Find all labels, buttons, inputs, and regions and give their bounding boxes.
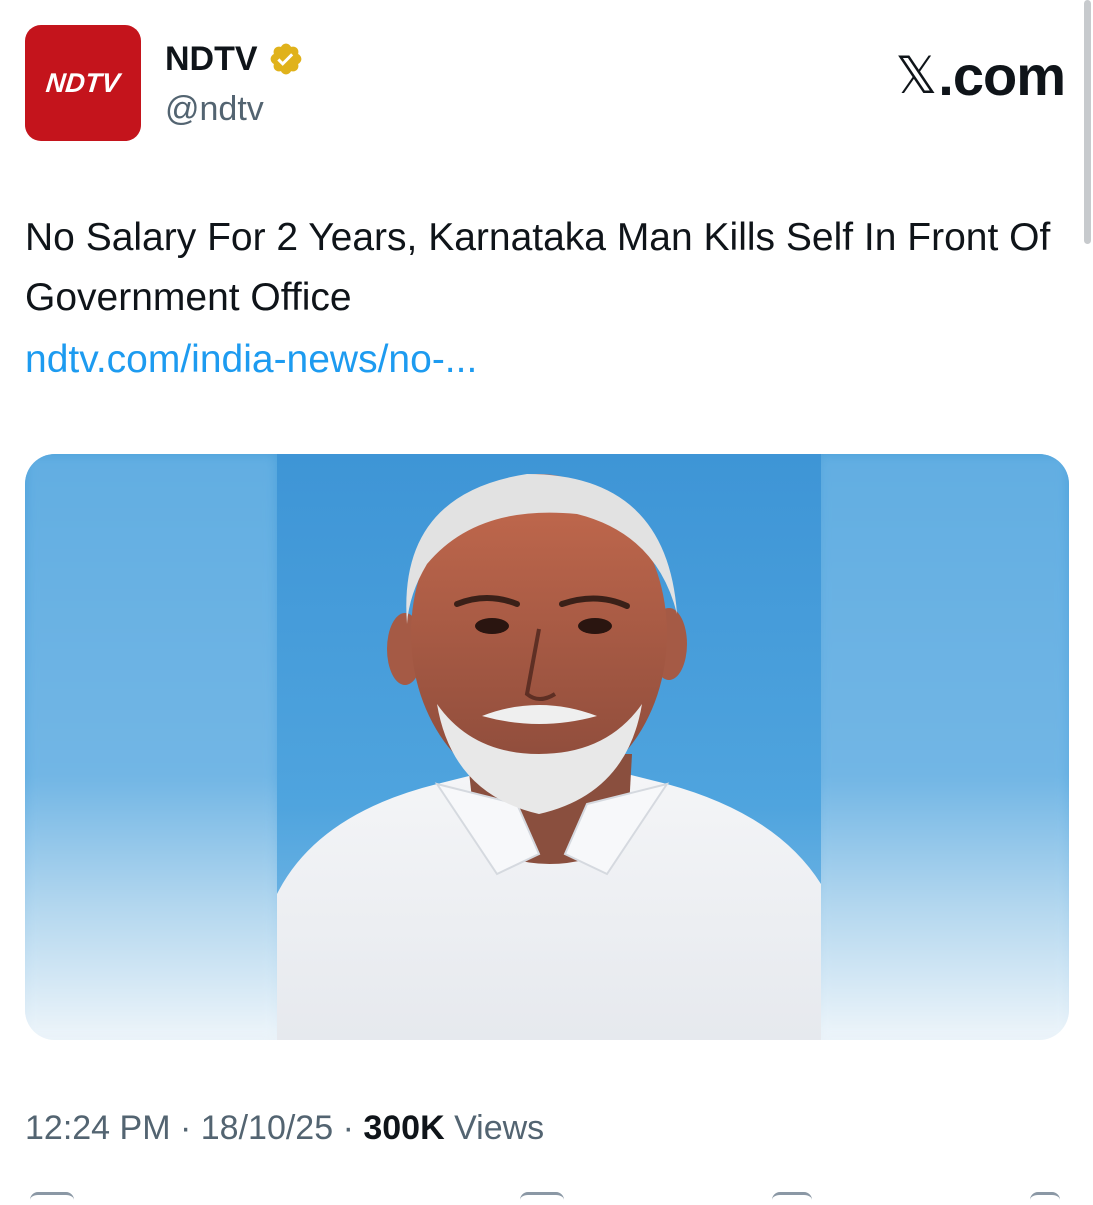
verified-badge-icon — [270, 43, 301, 75]
bookmark-icon[interactable] — [772, 1192, 812, 1205]
action-bar-partial — [0, 1188, 1093, 1200]
avatar[interactable]: NDTV — [25, 25, 141, 141]
tweet-meta: 12:24 PM · 18/10/25 · 300K Views — [25, 1106, 544, 1150]
author-handle[interactable]: @ndtv — [165, 87, 304, 131]
views-label: Views — [454, 1109, 545, 1147]
author-display-name[interactable]: NDTV — [165, 37, 258, 81]
tweet-text: No Salary For 2 Years, Karnataka Man Kil… — [25, 216, 1051, 319]
like-icon[interactable] — [520, 1192, 564, 1205]
tweet-date[interactable]: 18/10/25 — [201, 1109, 333, 1147]
tweet-time[interactable]: 12:24 PM — [25, 1109, 171, 1147]
x-logo-icon: 𝕏 — [895, 45, 937, 106]
portrait-image — [277, 474, 821, 1040]
ndtv-logo: NDTV — [44, 67, 122, 98]
author-block: NDTV @ndtv — [165, 37, 304, 131]
tweet-link[interactable]: ndtv.com/india-news/no-... — [25, 330, 477, 390]
media-blur-right — [817, 454, 1069, 1040]
name-row: NDTV — [165, 37, 304, 81]
tweet-media[interactable] — [25, 454, 1069, 1040]
tweet-header: NDTV NDTV @ndtv 𝕏 .com — [25, 25, 1066, 141]
scrollbar[interactable] — [1084, 0, 1091, 244]
x-brand-logo: 𝕏 .com — [895, 43, 1066, 108]
brand-domain: .com — [938, 44, 1066, 107]
media-blur-left — [25, 454, 277, 1040]
media-photo — [277, 454, 821, 1040]
meta-separator: · — [179, 1109, 192, 1147]
meta-separator: · — [342, 1109, 354, 1147]
views-count: 300K — [363, 1109, 445, 1147]
share-icon[interactable] — [1030, 1192, 1060, 1205]
reply-icon[interactable] — [30, 1192, 74, 1205]
